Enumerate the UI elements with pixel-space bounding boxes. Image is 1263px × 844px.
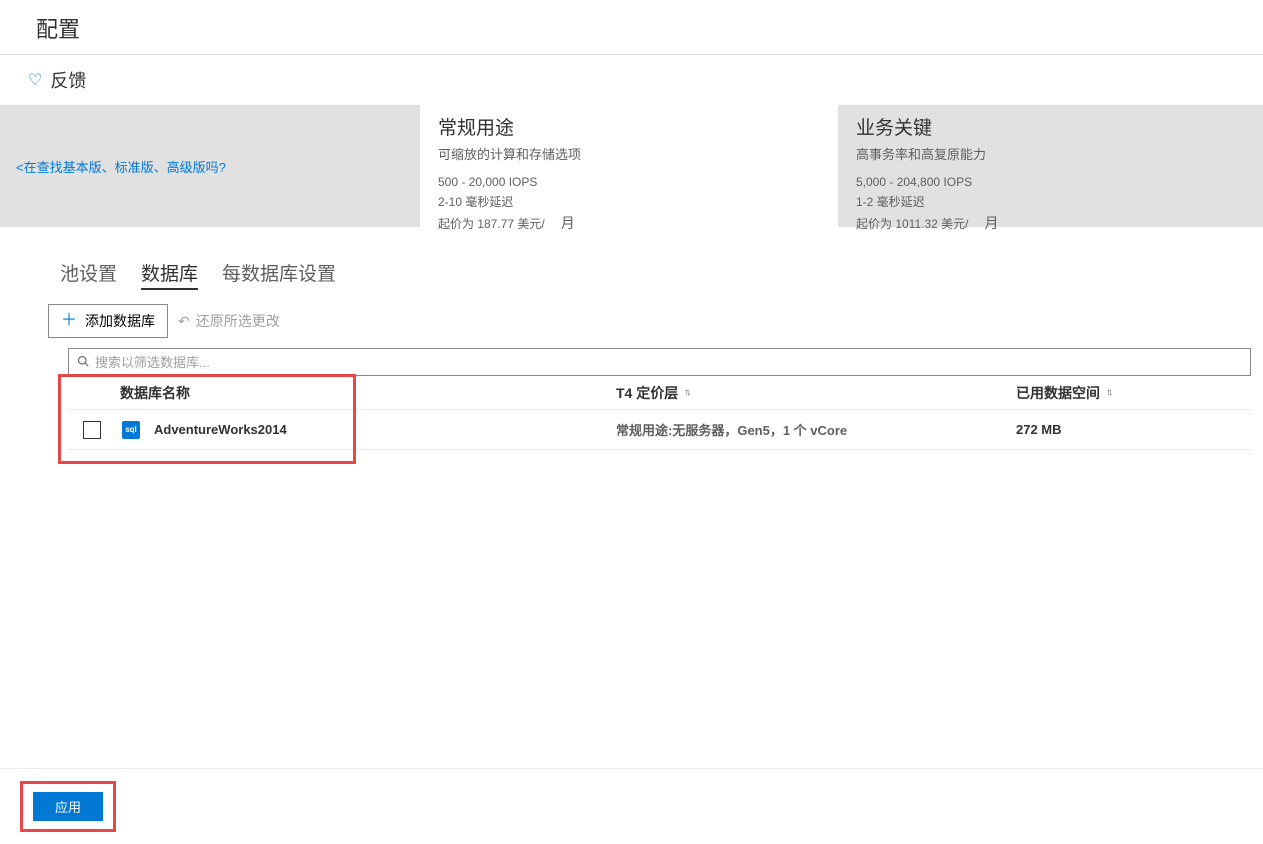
database-space: 272 MB	[1016, 422, 1062, 437]
tier-title: 业务关键	[856, 113, 1238, 140]
search-input[interactable]	[95, 355, 1242, 370]
tier-price: 起价为 1011.32 美元/ 月	[856, 213, 1238, 233]
highlight-annotation: 应用	[20, 781, 116, 832]
database-table: 数据库名称 T4 定价层 ↑↓ 已用数据空间 ↑↓ sql AdventureW…	[68, 376, 1251, 450]
row-checkbox[interactable]	[83, 421, 101, 439]
page-title: 配置	[0, 0, 1263, 55]
tier-title: 常规用途	[438, 113, 820, 140]
undo-label: 还原所选更改	[196, 311, 280, 331]
legacy-tier-link[interactable]: <在查找基本版、标准版、高级版吗?	[16, 157, 226, 176]
add-database-label: 添加数据库	[85, 311, 155, 331]
tier-card-general[interactable]: 常规用途 可缩放的计算和存储选项 500 - 20,000 IOPS 2-10 …	[420, 105, 838, 227]
table-row[interactable]: sql AdventureWorks2014 常规用途:无服务器，Gen5，1 …	[68, 410, 1251, 450]
search-icon	[77, 355, 89, 370]
feedback-link[interactable]: ♡ 反馈	[0, 55, 1263, 105]
search-box[interactable]	[68, 348, 1251, 376]
plus-icon: ＋	[61, 313, 77, 329]
database-name: AdventureWorks2014	[154, 422, 287, 437]
tier-latency: 2-10 毫秒延迟	[438, 193, 820, 211]
tier-subtitle: 可缩放的计算和存储选项	[438, 144, 820, 163]
tier-iops: 500 - 20,000 IOPS	[438, 173, 820, 191]
sql-database-icon: sql	[122, 421, 140, 439]
tab-pool-settings[interactable]: 池设置	[60, 259, 117, 290]
undo-icon: ↶	[178, 313, 190, 330]
tier-card-business[interactable]: 业务关键 高事务率和高复原能力 5,000 - 204,800 IOPS 1-2…	[838, 105, 1256, 227]
database-tier: 常规用途:无服务器，Gen5，1 个 vCore	[616, 420, 847, 439]
add-database-button[interactable]: ＋ 添加数据库	[48, 304, 168, 338]
tab-bar: 池设置 数据库 每数据库设置	[0, 227, 1263, 304]
tier-price: 起价为 187.77 美元/ 月	[438, 213, 820, 233]
tier-selector: <在查找基本版、标准版、高级版吗? 常规用途 可缩放的计算和存储选项 500 -…	[0, 105, 1263, 227]
heart-icon: ♡	[28, 70, 42, 90]
tier-latency: 1-2 毫秒延迟	[856, 193, 1238, 211]
sort-icon: ↑↓	[684, 387, 688, 398]
table-header-row: 数据库名称 T4 定价层 ↑↓ 已用数据空间 ↑↓	[68, 376, 1251, 410]
tab-databases[interactable]: 数据库	[141, 259, 198, 290]
tier-iops: 5,000 - 204,800 IOPS	[856, 173, 1238, 191]
column-header-name[interactable]: 数据库名称	[116, 383, 616, 403]
legacy-tier-link-wrap: <在查找基本版、标准版、高级版吗?	[0, 105, 420, 227]
column-header-space[interactable]: 已用数据空间 ↑↓	[1016, 383, 1251, 403]
tab-per-database[interactable]: 每数据库设置	[222, 259, 336, 290]
toolbar: ＋ 添加数据库 ↶ 还原所选更改	[0, 304, 1263, 338]
footer-bar: 应用	[0, 768, 1263, 844]
tier-subtitle: 高事务率和高复原能力	[856, 144, 1238, 163]
feedback-label: 反馈	[50, 67, 86, 93]
sort-icon: ↑↓	[1106, 387, 1110, 398]
apply-button[interactable]: 应用	[33, 792, 103, 821]
column-header-tier[interactable]: T4 定价层 ↑↓	[616, 383, 1016, 403]
undo-changes-button[interactable]: ↶ 还原所选更改	[178, 311, 280, 331]
